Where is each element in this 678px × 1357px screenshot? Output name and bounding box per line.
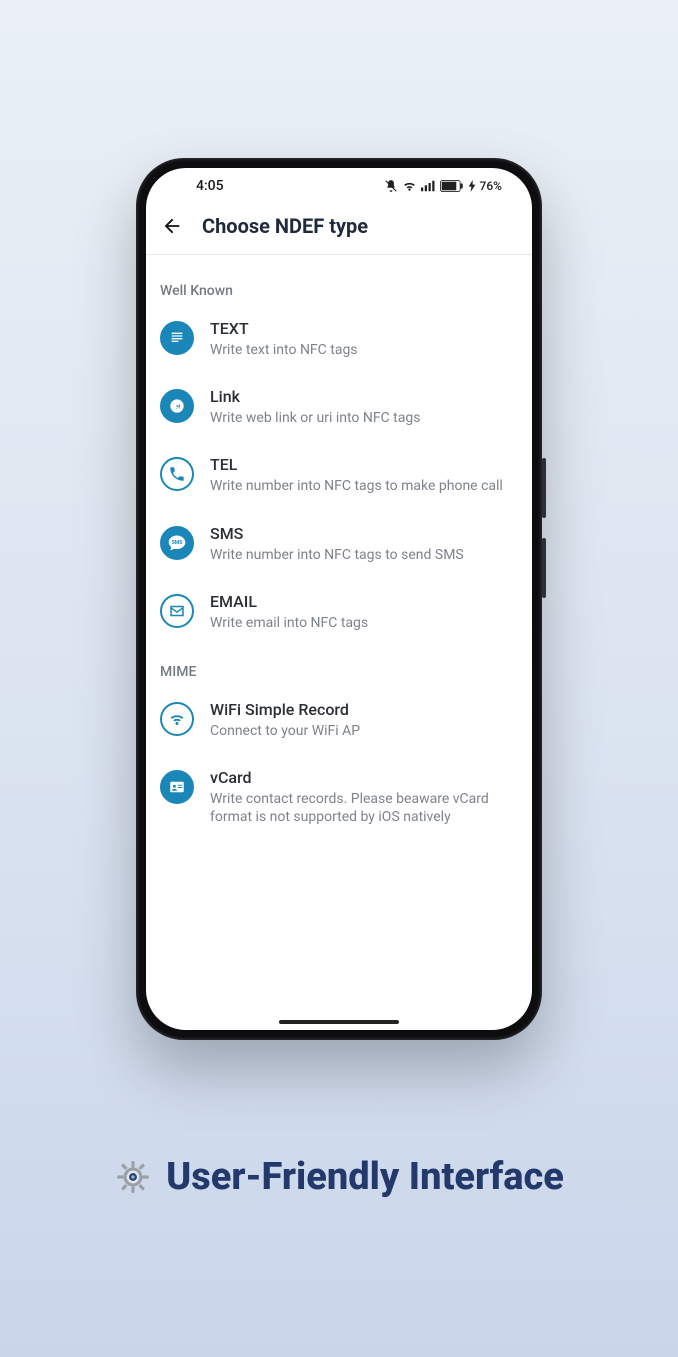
mute-icon <box>384 179 398 193</box>
item-title: SMS <box>210 524 518 544</box>
item-title: TEL <box>210 455 518 475</box>
phone-frame: 4:05 76% <box>136 158 542 1040</box>
item-title: EMAIL <box>210 592 518 612</box>
item-subtitle: Write email into NFC tags <box>210 614 518 632</box>
item-title: TEXT <box>210 319 518 339</box>
status-indicators: 76% <box>384 179 502 193</box>
phone-side-button <box>542 458 546 518</box>
phone-icon <box>160 457 194 491</box>
svg-text:@: @ <box>173 401 181 412</box>
arrow-back-icon <box>161 215 183 237</box>
status-time: 4:05 <box>196 178 224 194</box>
svg-text:SMS: SMS <box>172 539 183 545</box>
section-label-mime: MIME <box>146 646 532 686</box>
home-indicator[interactable] <box>279 1020 399 1024</box>
phone-side-button <box>542 538 546 598</box>
text-icon <box>160 321 194 355</box>
wifi-icon <box>160 702 194 736</box>
ndef-type-tel[interactable]: TEL Write number into NFC tags to make p… <box>146 441 532 509</box>
ndef-type-vcard[interactable]: vCard Write contact records. Please beaw… <box>146 754 532 840</box>
battery-percent: 76% <box>480 179 502 193</box>
gear-icon <box>114 1158 152 1196</box>
status-bar: 4:05 76% <box>146 168 532 204</box>
item-subtitle: Write number into NFC tags to make phone… <box>210 477 518 495</box>
item-title: Link <box>210 387 518 407</box>
ndef-type-sms[interactable]: SMS SMS Write number into NFC tags to se… <box>146 510 532 578</box>
caption-text: User-Friendly Interface <box>166 1155 564 1199</box>
wifi-icon <box>402 180 417 192</box>
marketing-caption: User-Friendly Interface <box>0 1155 678 1199</box>
item-subtitle: Write text into NFC tags <box>210 341 518 359</box>
ndef-type-link[interactable]: @ Link Write web link or uri into NFC ta… <box>146 373 532 441</box>
item-title: WiFi Simple Record <box>210 700 518 720</box>
sms-icon: SMS <box>160 526 194 560</box>
ndef-type-wifi[interactable]: WiFi Simple Record Connect to your WiFi … <box>146 686 532 754</box>
signal-icon <box>421 180 436 192</box>
item-title: vCard <box>210 768 518 788</box>
ndef-type-text[interactable]: TEXT Write text into NFC tags <box>146 305 532 373</box>
item-subtitle: Connect to your WiFi AP <box>210 722 518 740</box>
content-scroll[interactable]: Well Known TEXT Write text into NFC tags… <box>146 255 532 1030</box>
item-subtitle: Write web link or uri into NFC tags <box>210 409 518 427</box>
vcard-icon <box>160 770 194 804</box>
link-icon: @ <box>160 389 194 423</box>
email-icon <box>160 594 194 628</box>
item-subtitle: Write number into NFC tags to send SMS <box>210 546 518 564</box>
battery-icon <box>440 180 464 192</box>
item-subtitle: Write contact records. Please beaware vC… <box>210 790 518 826</box>
ndef-type-email[interactable]: EMAIL Write email into NFC tags <box>146 578 532 646</box>
back-button[interactable] <box>158 212 186 240</box>
charging-icon <box>468 180 476 192</box>
page-title: Choose NDEF type <box>202 214 368 238</box>
section-label-well-known: Well Known <box>146 265 532 305</box>
app-header: Choose NDEF type <box>146 204 532 255</box>
phone-screen: 4:05 76% <box>146 168 532 1030</box>
